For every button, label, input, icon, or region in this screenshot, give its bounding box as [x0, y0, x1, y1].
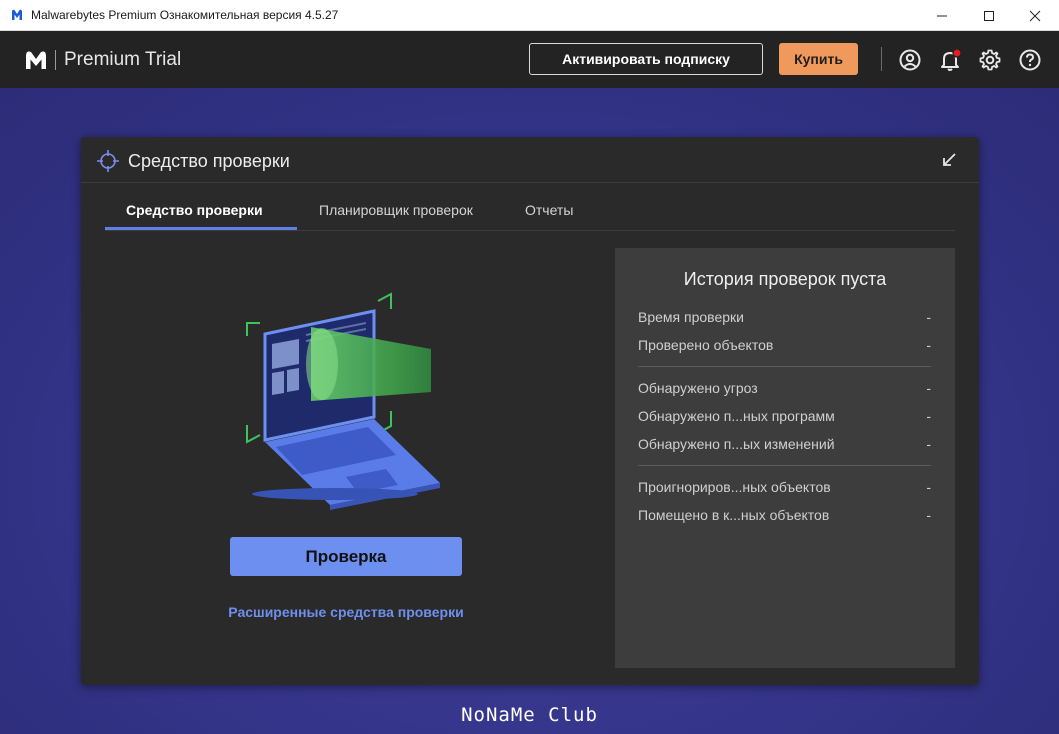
history-label: Обнаружено угроз [638, 380, 758, 396]
history-label: Время проверки [638, 309, 744, 325]
maximize-button[interactable] [966, 0, 1012, 31]
tab-scanner[interactable]: Средство проверки [126, 202, 263, 218]
history-label: Проверено объектов [638, 337, 774, 353]
notifications-icon[interactable] [938, 48, 962, 72]
history-divider [638, 465, 931, 466]
logo-divider [55, 50, 56, 70]
settings-gear-icon[interactable] [978, 48, 1002, 72]
scan-history-box: История проверок пуста Время проверки - … [615, 248, 955, 668]
collapse-arrow-icon[interactable] [941, 152, 957, 168]
history-value: - [926, 380, 931, 396]
history-row-quarantined: Помещено в к...ных объектов - [638, 507, 931, 527]
tab-reports[interactable]: Отчеты [525, 202, 573, 218]
history-value: - [926, 309, 931, 325]
malwarebytes-app-icon [12, 9, 22, 20]
history-value: - [926, 337, 931, 353]
scan-button[interactable]: Проверка [230, 537, 462, 576]
history-label: Обнаружено п...ых изменений [638, 436, 835, 452]
account-icon[interactable] [898, 48, 922, 72]
scanner-panel: Средство проверки Средство проверки План… [81, 137, 979, 685]
minimize-button[interactable] [919, 0, 965, 31]
history-row-pups: Обнаружено п...ных программ - [638, 408, 931, 428]
tab-scan-scheduler[interactable]: Планировщик проверок [319, 202, 473, 218]
minimize-icon [937, 15, 947, 16]
activate-subscription-button[interactable]: Активировать подписку [529, 43, 763, 75]
history-label: Проигнориров...ных объектов [638, 479, 831, 495]
laptop-scan-illustration [246, 292, 440, 510]
app-header: Premium Trial Активировать подписку Купи… [0, 31, 1059, 88]
help-icon[interactable] [1018, 48, 1042, 72]
history-label: Обнаружено п...ных программ [638, 408, 835, 424]
active-tab-indicator [105, 227, 297, 230]
watermark-text: NoNaMe Club [461, 704, 598, 726]
panel-title: Средство проверки [128, 151, 290, 171]
window-title: Malwarebytes Premium Ознакомительная вер… [31, 8, 339, 22]
history-value: - [926, 479, 931, 495]
panel-header: Средство проверки [81, 137, 979, 183]
buy-button[interactable]: Купить [779, 43, 858, 75]
product-name: Premium Trial [64, 49, 182, 70]
history-row-pums: Обнаружено п...ых изменений - [638, 436, 931, 456]
history-row-threats: Обнаружено угроз - [638, 380, 931, 400]
scanner-crosshair-icon [97, 150, 119, 172]
history-value: - [926, 507, 931, 523]
maximize-icon [984, 10, 994, 21]
history-row-items-scanned: Проверено объектов - [638, 337, 931, 357]
history-value: - [926, 408, 931, 424]
scanner-tabs: Средство проверки Планировщик проверок О… [105, 183, 955, 231]
history-label: Помещено в к...ных объектов [638, 507, 830, 523]
notification-badge [952, 48, 962, 58]
history-value: - [926, 436, 931, 452]
malwarebytes-logo-icon [26, 51, 46, 69]
history-divider [638, 366, 931, 367]
advanced-scanners-link[interactable]: Расширенные средства проверки [216, 604, 476, 620]
window-titlebar[interactable]: Malwarebytes Premium Ознакомительная вер… [0, 0, 1059, 31]
history-row-scan-time: Время проверки - [638, 309, 931, 329]
close-button[interactable] [1012, 0, 1058, 31]
history-title: История проверок пуста [683, 269, 887, 289]
header-divider [881, 47, 882, 71]
history-row-ignored: Проигнориров...ных объектов - [638, 479, 931, 499]
close-icon [1029, 10, 1041, 21]
